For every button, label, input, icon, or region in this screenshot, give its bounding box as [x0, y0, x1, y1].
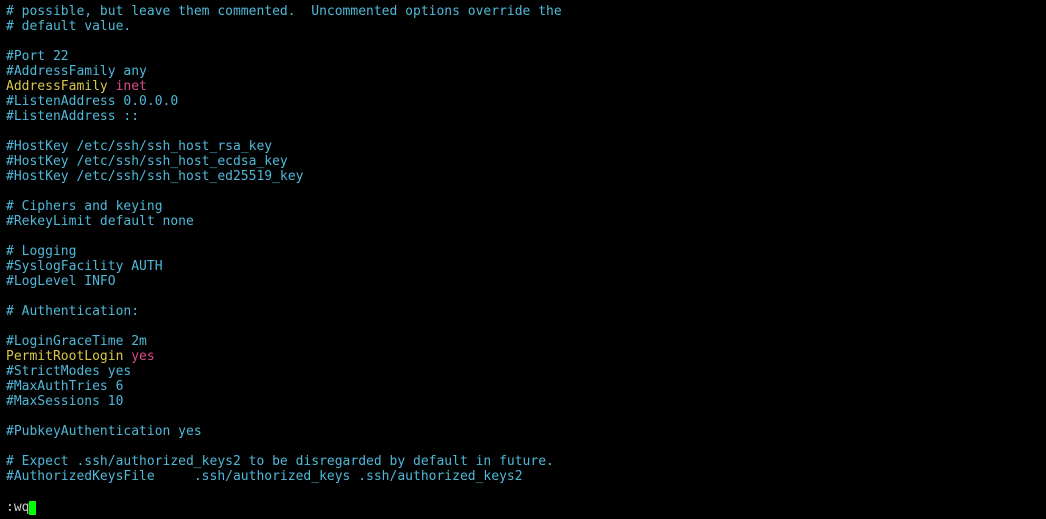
- config-key: AddressFamily: [6, 79, 108, 94]
- code-line: [6, 229, 1040, 244]
- comment-text: #ListenAddress ::: [6, 109, 139, 124]
- comment-text: # default value.: [6, 19, 131, 34]
- code-line: # Ciphers and keying: [6, 199, 1040, 214]
- comment-text: #MaxSessions 10: [6, 394, 123, 409]
- code-line: # Logging: [6, 244, 1040, 259]
- code-line: #LogLevel INFO: [6, 274, 1040, 289]
- code-line: #SyslogFacility AUTH: [6, 259, 1040, 274]
- comment-text: # Authentication:: [6, 304, 139, 319]
- comment-text: # possible, but leave them commented. Un…: [6, 4, 562, 19]
- code-line: #MaxSessions 10: [6, 394, 1040, 409]
- code-line: [6, 439, 1040, 454]
- code-line: #MaxAuthTries 6: [6, 379, 1040, 394]
- code-line: [6, 184, 1040, 199]
- comment-text: #MaxAuthTries 6: [6, 379, 123, 394]
- comment-text: #ListenAddress 0.0.0.0: [6, 94, 178, 109]
- code-line: #PubkeyAuthentication yes: [6, 424, 1040, 439]
- code-line: #HostKey /etc/ssh/ssh_host_rsa_key: [6, 139, 1040, 154]
- code-line: #ListenAddress 0.0.0.0: [6, 94, 1040, 109]
- code-line: #HostKey /etc/ssh/ssh_host_ecdsa_key: [6, 154, 1040, 169]
- config-value: yes: [131, 349, 154, 364]
- code-line: #AuthorizedKeysFile .ssh/authorized_keys…: [6, 469, 1040, 484]
- comment-text: # Ciphers and keying: [6, 199, 163, 214]
- code-line: AddressFamily inet: [6, 79, 1040, 94]
- comment-text: #PubkeyAuthentication yes: [6, 424, 202, 439]
- comment-text: #Port 22: [6, 49, 69, 64]
- code-line: [6, 319, 1040, 334]
- comment-text: #HostKey /etc/ssh/ssh_host_ecdsa_key: [6, 154, 288, 169]
- comment-text: #AddressFamily any: [6, 64, 147, 79]
- file-buffer: # possible, but leave them commented. Un…: [6, 4, 1040, 484]
- comment-text: #HostKey /etc/ssh/ssh_host_rsa_key: [6, 139, 272, 154]
- comment-text: #LoginGraceTime 2m: [6, 334, 147, 349]
- code-line: PermitRootLogin yes: [6, 349, 1040, 364]
- config-key: PermitRootLogin: [6, 349, 123, 364]
- comment-text: # Logging: [6, 244, 76, 259]
- code-line: #HostKey /etc/ssh/ssh_host_ed25519_key: [6, 169, 1040, 184]
- comment-text: #SyslogFacility AUTH: [6, 259, 163, 274]
- code-line: #ListenAddress ::: [6, 109, 1040, 124]
- vim-command-line[interactable]: :wq: [6, 500, 36, 515]
- code-line: # possible, but leave them commented. Un…: [6, 4, 1040, 19]
- code-line: # default value.: [6, 19, 1040, 34]
- comment-text: #HostKey /etc/ssh/ssh_host_ed25519_key: [6, 169, 303, 184]
- code-line: #Port 22: [6, 49, 1040, 64]
- code-line: [6, 409, 1040, 424]
- comment-text: #LogLevel INFO: [6, 274, 116, 289]
- comment-text: #RekeyLimit default none: [6, 214, 194, 229]
- code-line: #AddressFamily any: [6, 64, 1040, 79]
- code-line: # Authentication:: [6, 304, 1040, 319]
- code-line: [6, 124, 1040, 139]
- cursor-block: [29, 501, 36, 515]
- code-line: # Expect .ssh/authorized_keys2 to be dis…: [6, 454, 1040, 469]
- code-line: #LoginGraceTime 2m: [6, 334, 1040, 349]
- code-line: #StrictModes yes: [6, 364, 1040, 379]
- config-value: inet: [116, 79, 147, 94]
- code-line: [6, 289, 1040, 304]
- code-line: #RekeyLimit default none: [6, 214, 1040, 229]
- vim-editor[interactable]: # possible, but leave them commented. Un…: [6, 4, 1040, 515]
- comment-text: #AuthorizedKeysFile .ssh/authorized_keys…: [6, 469, 523, 484]
- comment-text: # Expect .ssh/authorized_keys2 to be dis…: [6, 454, 554, 469]
- comment-text: #StrictModes yes: [6, 364, 131, 379]
- code-line: [6, 34, 1040, 49]
- command-text: :wq: [6, 500, 29, 515]
